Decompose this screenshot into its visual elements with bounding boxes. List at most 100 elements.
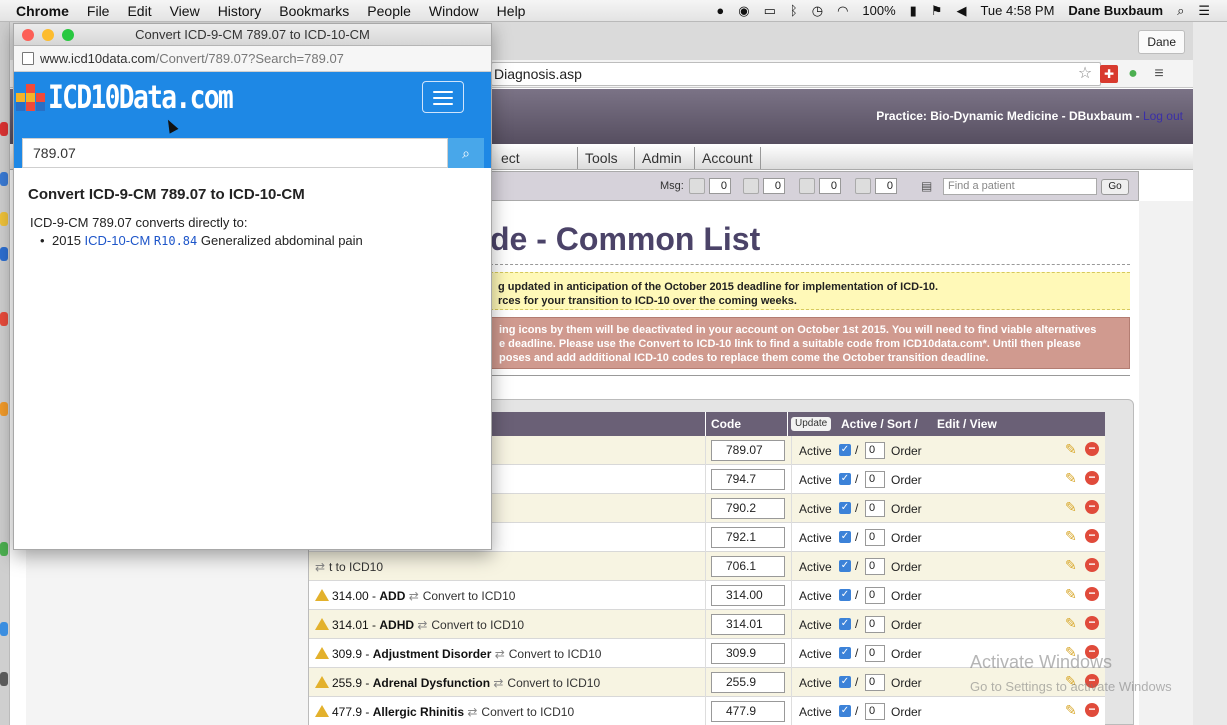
icd10-code-link[interactable]: R10.84 bbox=[154, 234, 197, 248]
code-input[interactable]: 314.00 bbox=[711, 585, 785, 606]
time-machine-icon[interactable]: ◷ bbox=[805, 3, 830, 19]
hamburger-menu-button[interactable] bbox=[422, 81, 464, 113]
code-input[interactable]: 790.2 bbox=[711, 498, 785, 519]
code-input[interactable]: 792.1 bbox=[711, 527, 785, 548]
close-window-button[interactable] bbox=[22, 29, 34, 41]
menu-edit[interactable]: Edit bbox=[118, 3, 160, 19]
sort-order-input[interactable]: 0 bbox=[865, 471, 885, 488]
record-icon[interactable]: ● bbox=[709, 3, 731, 18]
msg-count-refill[interactable]: 0 bbox=[875, 178, 897, 194]
minimize-window-button[interactable] bbox=[42, 29, 54, 41]
edit-pencil-icon[interactable]: ✎ bbox=[1065, 441, 1081, 457]
convert-to-icd10-link[interactable]: Convert to ICD10 bbox=[481, 705, 574, 719]
logout-link[interactable]: Log out bbox=[1143, 109, 1183, 123]
delete-icon[interactable]: − bbox=[1085, 587, 1099, 601]
sort-order-input[interactable]: 0 bbox=[865, 616, 885, 633]
code-input[interactable]: 789.07 bbox=[711, 440, 785, 461]
active-checkbox[interactable]: ✓ bbox=[839, 589, 851, 601]
user-name[interactable]: Dane Buxbaum bbox=[1061, 3, 1170, 18]
go-button[interactable]: Go bbox=[1101, 179, 1129, 195]
code-input[interactable]: 314.01 bbox=[711, 614, 785, 635]
dock-app-icon[interactable] bbox=[0, 247, 8, 261]
nav-item-admin[interactable]: Admin bbox=[634, 147, 689, 169]
sort-order-input[interactable]: 0 bbox=[865, 674, 885, 691]
sort-order-input[interactable]: 0 bbox=[865, 558, 885, 575]
code-input[interactable]: 706.1 bbox=[711, 556, 785, 577]
nav-item-tools[interactable]: Tools bbox=[577, 147, 625, 169]
flag-msg-icon[interactable] bbox=[743, 178, 759, 194]
sort-order-input[interactable]: 0 bbox=[865, 529, 885, 546]
delete-icon[interactable]: − bbox=[1085, 703, 1099, 717]
code-input[interactable]: 477.9 bbox=[711, 701, 785, 722]
icd10data-logo[interactable]: ICD10Data.com bbox=[16, 78, 272, 116]
msg-count-check[interactable]: 0 bbox=[819, 178, 841, 194]
sort-order-input[interactable]: 0 bbox=[865, 442, 885, 459]
menu-help[interactable]: Help bbox=[488, 3, 535, 19]
menu-people[interactable]: People bbox=[358, 3, 420, 19]
profile-button[interactable]: Dane bbox=[1138, 30, 1185, 54]
sort-order-input[interactable]: 0 bbox=[865, 703, 885, 720]
active-checkbox[interactable]: ✓ bbox=[839, 473, 851, 485]
edit-pencil-icon[interactable]: ✎ bbox=[1065, 499, 1081, 515]
battery-percent[interactable]: 100% bbox=[855, 3, 902, 18]
convert-to-icd10-link[interactable]: t to ICD10 bbox=[329, 560, 383, 574]
refill-msg-icon[interactable] bbox=[855, 178, 871, 194]
edit-pencil-icon[interactable]: ✎ bbox=[1065, 586, 1081, 602]
edit-pencil-icon[interactable]: ✎ bbox=[1065, 470, 1081, 486]
address-bar[interactable]: Diagnosis.asp bbox=[491, 62, 1101, 86]
dock-app-icon[interactable] bbox=[0, 672, 8, 686]
notification-list-icon[interactable]: ☰ bbox=[1191, 3, 1217, 19]
active-checkbox[interactable]: ✓ bbox=[839, 705, 851, 717]
active-checkbox[interactable]: ✓ bbox=[839, 647, 851, 659]
code-input[interactable]: 255.9 bbox=[711, 672, 785, 693]
inbox-icon[interactable] bbox=[689, 178, 705, 194]
code-search-input[interactable]: 789.07 bbox=[22, 138, 448, 168]
code-input[interactable]: 794.7 bbox=[711, 469, 785, 490]
dock-app-icon[interactable] bbox=[0, 312, 8, 326]
convert-to-icd10-link[interactable]: Convert to ICD10 bbox=[423, 589, 516, 603]
edit-pencil-icon[interactable]: ✎ bbox=[1065, 528, 1081, 544]
msg-count-inbox[interactable]: 0 bbox=[709, 178, 731, 194]
sort-order-input[interactable]: 0 bbox=[865, 500, 885, 517]
check-msg-icon[interactable] bbox=[799, 178, 815, 194]
battery-icon[interactable]: ▮ bbox=[903, 3, 924, 19]
dock-app-icon[interactable] bbox=[0, 402, 8, 416]
extension-icon[interactable]: ✚ bbox=[1100, 65, 1118, 83]
code-input[interactable]: 309.9 bbox=[711, 643, 785, 664]
icd10cm-link[interactable]: ICD-10-CM bbox=[85, 233, 151, 248]
nav-item-project[interactable]: ect bbox=[494, 147, 527, 169]
find-patient-input[interactable]: Find a patient bbox=[943, 178, 1097, 195]
menu-app-chrome[interactable]: Chrome bbox=[0, 3, 78, 19]
delete-icon[interactable]: − bbox=[1085, 529, 1099, 543]
edit-pencil-icon[interactable]: ✎ bbox=[1065, 557, 1081, 573]
active-checkbox[interactable]: ✓ bbox=[839, 618, 851, 630]
spotlight-search-icon[interactable]: ⌕ bbox=[1170, 3, 1191, 19]
edit-pencil-icon[interactable]: ✎ bbox=[1065, 615, 1081, 631]
dock-app-icon[interactable] bbox=[0, 172, 8, 186]
delete-icon[interactable]: − bbox=[1085, 558, 1099, 572]
nav-item-account[interactable]: Account bbox=[694, 147, 761, 169]
update-button[interactable]: Update bbox=[791, 417, 832, 431]
target-icon[interactable]: ◉ bbox=[731, 3, 756, 19]
active-checkbox[interactable]: ✓ bbox=[839, 502, 851, 514]
menu-icon[interactable]: ≡ bbox=[1150, 65, 1168, 83]
menu-history[interactable]: History bbox=[209, 3, 271, 19]
active-checkbox[interactable]: ✓ bbox=[839, 531, 851, 543]
popup-url-bar[interactable]: www.icd10data.com/Convert/789.07?Search=… bbox=[14, 46, 491, 72]
zoom-window-button[interactable] bbox=[62, 29, 74, 41]
convert-to-icd10-link[interactable]: Convert to ICD10 bbox=[509, 647, 602, 661]
convert-to-icd10-link[interactable]: Convert to ICD10 bbox=[431, 618, 524, 632]
convert-to-icd10-link[interactable]: Convert to ICD10 bbox=[507, 676, 600, 690]
active-checkbox[interactable]: ✓ bbox=[839, 560, 851, 572]
dock-app-icon[interactable] bbox=[0, 212, 8, 226]
delete-icon[interactable]: − bbox=[1085, 471, 1099, 485]
active-checkbox[interactable]: ✓ bbox=[839, 676, 851, 688]
bookmark-star-icon[interactable]: ☆ bbox=[1076, 65, 1094, 83]
delete-icon[interactable]: − bbox=[1085, 616, 1099, 630]
flag-icon[interactable]: ⚑ bbox=[924, 3, 950, 19]
menu-file[interactable]: File bbox=[78, 3, 119, 19]
edit-pencil-icon[interactable]: ✎ bbox=[1065, 702, 1081, 718]
sort-order-input[interactable]: 0 bbox=[865, 645, 885, 662]
search-button[interactable]: ⌕ bbox=[448, 138, 484, 168]
wifi-icon[interactable]: ◠ bbox=[830, 3, 855, 19]
